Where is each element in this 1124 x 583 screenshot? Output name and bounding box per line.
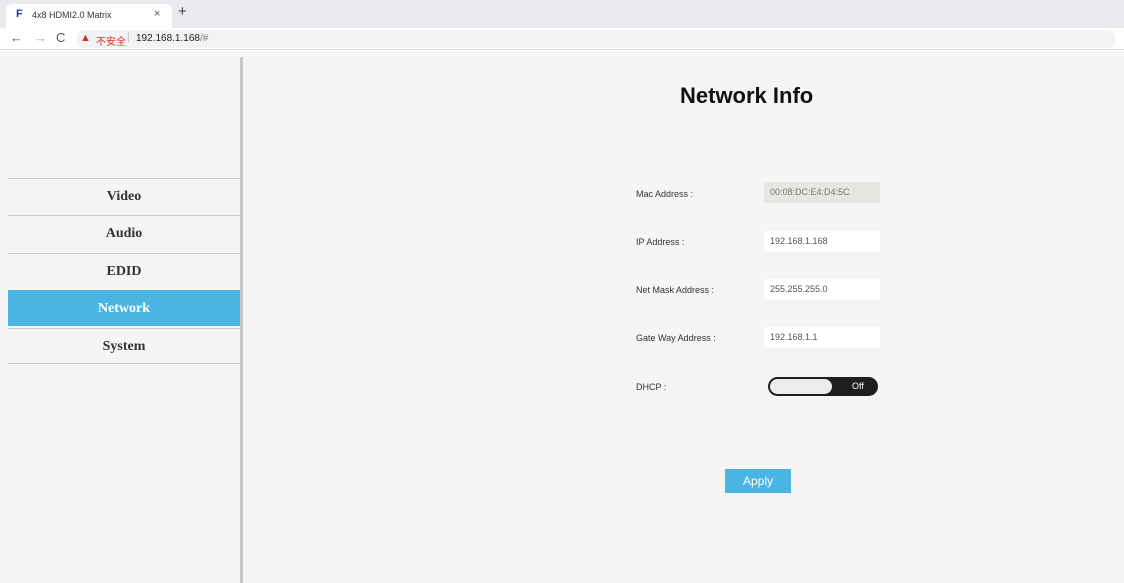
- url-separator: |: [127, 32, 130, 43]
- browser-tab-bar: F 4x8 HDMI2.0 Matrix × +: [0, 0, 1124, 28]
- reload-icon[interactable]: C: [56, 31, 65, 45]
- dhcp-toggle[interactable]: Off: [768, 377, 878, 396]
- page-content: Video Audio EDID Network System Network …: [0, 51, 1124, 583]
- forward-arrow-icon[interactable]: →: [34, 31, 47, 45]
- back-arrow-icon[interactable]: ←: [10, 31, 23, 45]
- mac-address-field: [764, 182, 880, 203]
- toggle-knob: [770, 379, 832, 394]
- page-title: Network Info: [680, 83, 814, 108]
- url-text: 192.168.1.168/#: [136, 33, 208, 44]
- sidebar: Video Audio EDID Network System: [8, 57, 243, 583]
- sidebar-item-network[interactable]: Network: [8, 290, 240, 326]
- close-tab-icon[interactable]: ×: [154, 8, 160, 20]
- url-field[interactable]: ▲ 不安全 | 192.168.1.168/#: [76, 30, 1116, 48]
- dhcp-state: Off: [852, 381, 864, 391]
- gateway-address-label: Gate Way Address :: [636, 333, 716, 343]
- sidebar-item-edid[interactable]: EDID: [8, 253, 240, 289]
- url-path: /#: [199, 33, 209, 44]
- tab-title: 4x8 HDMI2.0 Matrix: [32, 10, 112, 20]
- sidebar-item-video[interactable]: Video: [8, 178, 240, 214]
- dhcp-label: DHCP :: [636, 382, 667, 392]
- ip-address-field[interactable]: [764, 231, 880, 252]
- sidebar-item-system[interactable]: System: [8, 328, 240, 364]
- mac-address-label: Mac Address :: [636, 189, 694, 199]
- url-host: 192.168.1.168: [136, 33, 200, 44]
- favicon-icon: F: [16, 8, 23, 20]
- sidebar-item-audio[interactable]: Audio: [8, 215, 240, 251]
- gateway-address-field[interactable]: [764, 327, 880, 348]
- net-mask-field[interactable]: [764, 279, 880, 300]
- browser-tab[interactable]: F 4x8 HDMI2.0 Matrix ×: [6, 4, 172, 28]
- security-status[interactable]: 不安全: [96, 33, 126, 48]
- apply-button[interactable]: Apply: [725, 469, 791, 493]
- ip-address-label: IP Address :: [636, 237, 685, 247]
- browser-address-bar: ← → C ▲ 不安全 | 192.168.1.168/#: [0, 28, 1124, 50]
- net-mask-label: Net Mask Address :: [636, 285, 715, 295]
- warning-icon[interactable]: ▲: [80, 32, 91, 44]
- new-tab-icon[interactable]: +: [178, 4, 187, 20]
